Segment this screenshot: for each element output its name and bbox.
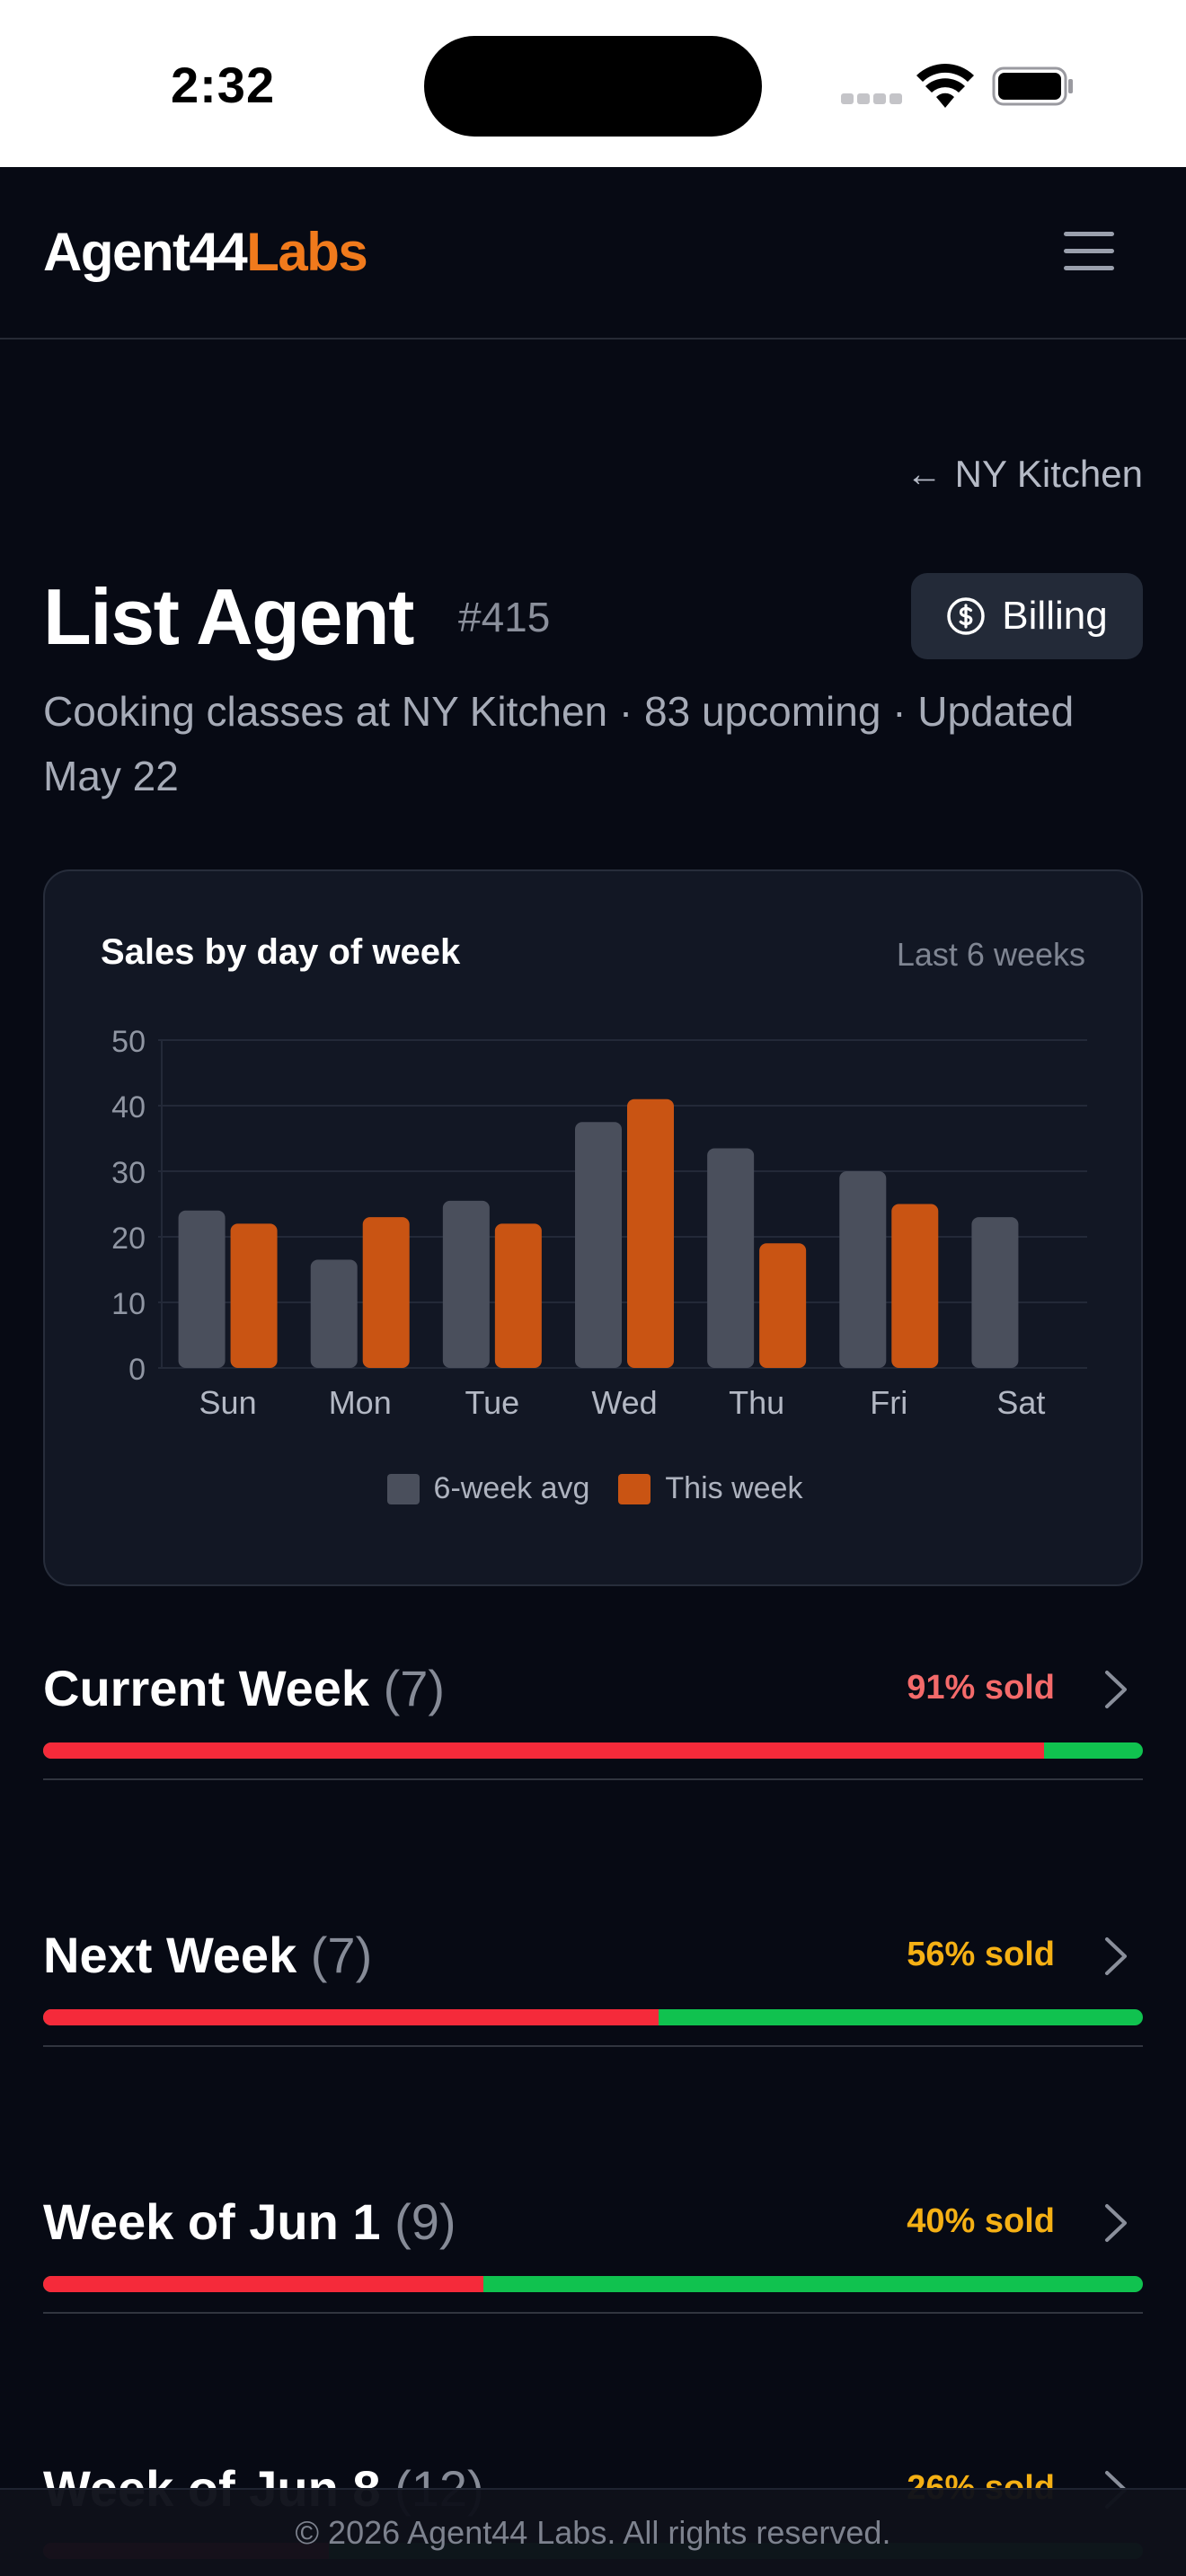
chevron-right-icon xyxy=(1105,1937,1127,1975)
hamburger-menu-icon[interactable] xyxy=(1064,232,1114,271)
week-title-label: Next Week xyxy=(43,1927,297,1983)
bar-6-week-avg xyxy=(707,1148,755,1368)
y-tick-label: 30 xyxy=(111,1156,146,1190)
week-title-label: Week of Jun 1 xyxy=(43,2193,381,2250)
bar-6-week-avg xyxy=(575,1122,622,1368)
x-tick-label: Sat xyxy=(996,1384,1045,1421)
footer: © 2026 Agent44 Labs. All rights reserved… xyxy=(0,2488,1186,2576)
divider xyxy=(43,2312,1143,2314)
status-bar: 2:32 xyxy=(0,0,1186,167)
arrow-left-icon: ← xyxy=(906,454,943,494)
week-count: (7) xyxy=(383,1660,446,1716)
dollar-circle-icon xyxy=(947,597,986,635)
sold-progress-bar xyxy=(43,1742,1143,1759)
agent-id: #415 xyxy=(458,594,551,640)
status-time: 2:32 xyxy=(171,57,276,113)
dynamic-island xyxy=(424,36,762,137)
bar-this-week xyxy=(627,1098,674,1368)
bar-6-week-avg xyxy=(971,1217,1019,1368)
week-title-label: Current Week xyxy=(43,1660,370,1716)
back-link[interactable]: ← NY Kitchen xyxy=(907,453,1143,496)
bar-this-week xyxy=(230,1223,278,1368)
footer-text: © 2026 Agent44 Labs. All rights reserved… xyxy=(295,2514,891,2551)
billing-button[interactable]: Billing xyxy=(911,573,1143,659)
cellular-signal-icon xyxy=(841,93,902,104)
y-tick-label: 20 xyxy=(111,1222,146,1256)
y-tick-label: 40 xyxy=(111,1090,146,1125)
x-tick-label: Fri xyxy=(870,1384,907,1421)
x-tick-label: Tue xyxy=(465,1384,520,1421)
bar-this-week xyxy=(362,1217,410,1368)
bar-6-week-avg xyxy=(178,1210,226,1368)
divider xyxy=(43,2045,1143,2047)
sold-progress-fill xyxy=(43,2009,659,2025)
legend-item-this-week[interactable]: This week xyxy=(618,1471,802,1506)
week-sold-label: 56% sold xyxy=(907,1936,1055,1973)
x-tick-label: Thu xyxy=(729,1384,784,1421)
logo-primary: Agent44 xyxy=(43,222,248,282)
x-tick-label: Wed xyxy=(591,1384,657,1421)
week-title: Current Week (7) xyxy=(43,1653,445,1725)
bar-6-week-avg xyxy=(839,1171,887,1368)
sold-progress-bar xyxy=(43,2009,1143,2025)
legend-swatch-this-week xyxy=(618,1473,651,1504)
battery-icon xyxy=(992,66,1073,106)
sales-chart-card: 0 10 20 30 40 50 Sun Mon Tue Wed Thu Fri Sat Sales b… xyxy=(43,869,1143,1586)
week-row[interactable]: Next Week (7) 56% sold xyxy=(43,1919,1143,2063)
chevron-right-icon xyxy=(1105,2204,1127,2242)
x-tick-label: Mon xyxy=(329,1384,392,1421)
page-title: List Agent xyxy=(43,572,414,661)
y-tick-label: 50 xyxy=(111,1025,146,1059)
week-sold-label: 91% sold xyxy=(907,1669,1055,1707)
chevron-right-icon xyxy=(1105,1671,1127,1708)
bar-6-week-avg xyxy=(310,1259,358,1368)
week-row[interactable]: Current Week (7) 91% sold xyxy=(43,1653,1143,1796)
chart-legend: 6-week avg This week xyxy=(45,1471,1145,1506)
sold-progress-fill xyxy=(43,2276,483,2292)
week-row[interactable]: Week of Jun 1 (9) 40% sold xyxy=(43,2186,1143,2330)
page: 2:32 Agent44Labs ← NY Kitchen List Agent… xyxy=(0,0,1186,2576)
chart-range: Last 6 weeks xyxy=(896,936,1085,973)
page-subtitle: Cooking classes at NY Kitchen · 83 upcom… xyxy=(43,688,1075,799)
sold-progress-fill xyxy=(43,1742,1044,1759)
top-navbar: Agent44Labs xyxy=(0,167,1186,340)
week-title: Next Week (7) xyxy=(43,1919,372,1991)
logo[interactable]: Agent44Labs xyxy=(43,221,368,283)
legend-item-avg[interactable]: 6-week avg xyxy=(386,1471,590,1506)
wifi-icon xyxy=(916,64,974,108)
week-count: (7) xyxy=(310,1927,373,1983)
legend-swatch-avg xyxy=(386,1473,420,1504)
week-count: (9) xyxy=(394,2193,456,2250)
logo-accent: Labs xyxy=(246,222,368,282)
billing-button-label: Billing xyxy=(1002,594,1108,638)
sold-progress-bar xyxy=(43,2276,1143,2292)
y-tick-label: 0 xyxy=(128,1353,146,1387)
x-tick-label: Sun xyxy=(199,1384,257,1421)
bar-this-week xyxy=(891,1204,939,1368)
bar-this-week xyxy=(494,1223,542,1368)
legend-label-avg: 6-week avg xyxy=(433,1471,590,1505)
week-title: Week of Jun 1 (9) xyxy=(43,2186,456,2258)
bar-this-week xyxy=(759,1243,807,1368)
divider xyxy=(43,1778,1143,1780)
bar-6-week-avg xyxy=(442,1200,490,1368)
chart-title: Sales by day of week xyxy=(101,932,461,972)
y-tick-label: 10 xyxy=(111,1287,146,1321)
legend-label-this-week: This week xyxy=(665,1471,803,1505)
back-link-label: NY Kitchen xyxy=(954,453,1143,495)
week-sold-label: 40% sold xyxy=(907,2202,1055,2240)
